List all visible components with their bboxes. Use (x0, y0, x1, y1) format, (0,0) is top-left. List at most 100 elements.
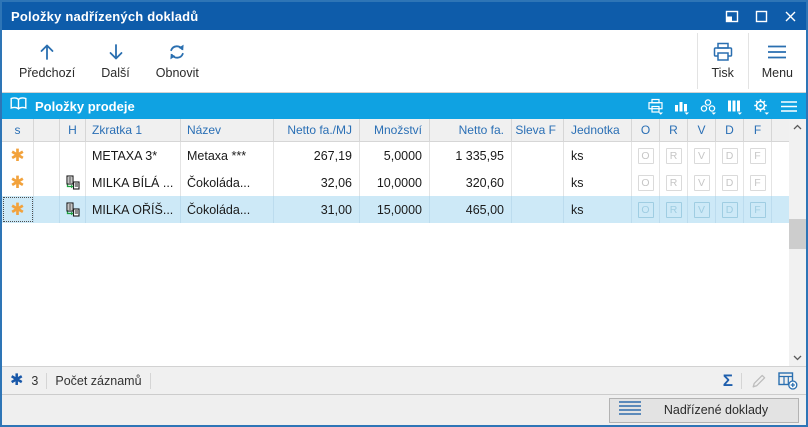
table-empty-area (2, 223, 789, 366)
panel-menu-icon[interactable] (779, 99, 799, 114)
netto-fa-cell[interactable]: 1 335,95 (430, 142, 512, 169)
refresh-button[interactable]: Obnovit (143, 30, 212, 92)
status-separator (46, 372, 48, 389)
parent-documents-tab-label: Nadřízené doklady (663, 403, 769, 417)
col-header-r[interactable]: R (660, 119, 688, 141)
record-count-value: 3 (31, 373, 39, 388)
status-cell[interactable]: ✱ (2, 142, 34, 169)
zkratka-cell[interactable]: METAXA 3* (86, 142, 181, 169)
scroll-down-icon[interactable] (789, 350, 806, 366)
flag-r-box: R (665, 174, 682, 191)
record-asterisk-icon: ✱ (10, 173, 25, 192)
col-header-s[interactable]: s (2, 119, 34, 141)
table-row-selected[interactable]: ✱ MILKA OŘÍŠ... Čokoláda... 31,00 15,000… (2, 196, 789, 223)
flag-o-cell: O (632, 196, 660, 223)
window-title: Položky nadřízených dokladů (11, 8, 199, 24)
zkratka-cell[interactable]: MILKA BÍLÁ ... (86, 169, 181, 196)
nazev-cell[interactable]: Metaxa *** (181, 142, 274, 169)
status-cell-focused[interactable]: ✱ (2, 196, 34, 223)
mnozstvi-cell[interactable]: 5,0000 (360, 142, 430, 169)
title-bar: Položky nadřízených dokladů (2, 2, 806, 30)
col-header-h[interactable]: H (60, 119, 86, 141)
vertical-scrollbar[interactable] (789, 119, 806, 366)
col-header-f[interactable]: F (744, 119, 772, 141)
print-button[interactable]: Tisk (698, 30, 748, 92)
status-separator (741, 372, 742, 389)
scroll-up-icon[interactable] (789, 119, 806, 135)
panel-print-icon[interactable] (647, 98, 664, 115)
record-count-label: Počet záznamů (55, 373, 142, 388)
status-cell[interactable]: ✱ (2, 169, 34, 196)
hierarchy-cell[interactable] (60, 142, 86, 169)
col-header-jednotka[interactable]: Jednotka (564, 119, 632, 141)
blank-cell[interactable] (34, 196, 60, 223)
nazev-cell[interactable]: Čokoláda... (181, 169, 274, 196)
hierarchy-cell[interactable] (60, 169, 86, 196)
row-rest (772, 169, 789, 196)
netto-fa-cell[interactable]: 465,00 (430, 196, 512, 223)
sum-icon[interactable]: Σ (723, 371, 733, 391)
col-header-netto-fa[interactable]: Netto fa. (430, 119, 512, 141)
jednotka-cell[interactable]: ks (564, 196, 632, 223)
netto-mj-cell[interactable]: 31,00 (274, 196, 360, 223)
linked-items-icon (66, 175, 80, 190)
col-header-rest (772, 119, 789, 141)
mnozstvi-cell[interactable]: 15,0000 (360, 196, 430, 223)
printer-icon (711, 41, 735, 63)
table-header-row: s H Zkratka 1 Název Netto fa./MJ Množstv… (2, 119, 789, 142)
netto-mj-cell[interactable]: 32,06 (274, 169, 360, 196)
chart-icon[interactable] (673, 98, 690, 115)
menu-label: Menu (761, 65, 793, 80)
flag-d-box: D (721, 201, 738, 218)
blank-cell[interactable] (34, 142, 60, 169)
sleva-f-cell[interactable] (512, 196, 564, 223)
flag-v-cell: V (688, 142, 716, 169)
flag-f-cell: F (744, 142, 772, 169)
sleva-f-cell[interactable] (512, 169, 564, 196)
sleva-f-cell[interactable] (512, 142, 564, 169)
status-separator (149, 372, 151, 389)
flag-r-box: R (665, 147, 682, 164)
col-header-d[interactable]: D (716, 119, 744, 141)
menu-button[interactable]: Menu (749, 30, 806, 92)
col-header-mnozstvi[interactable]: Množství (360, 119, 430, 141)
col-header-sleva-f[interactable]: Sleva F (512, 119, 564, 141)
columns-icon[interactable] (726, 98, 743, 115)
flag-o-cell: O (632, 142, 660, 169)
dock-window-icon[interactable] (725, 10, 739, 23)
table-row[interactable]: ✱ METAXA 3* Metaxa *** 267,19 5,0000 1 3… (2, 142, 789, 169)
netto-mj-cell[interactable]: 267,19 (274, 142, 360, 169)
refresh-icon (166, 41, 188, 63)
close-icon[interactable] (784, 10, 797, 23)
blank-cell[interactable] (34, 169, 60, 196)
previous-button[interactable]: Předchozí (6, 30, 88, 92)
col-header-nazev[interactable]: Název (181, 119, 274, 141)
hierarchy-cell[interactable] (60, 196, 86, 223)
maximize-icon[interactable] (755, 10, 768, 23)
scrollbar-track[interactable] (789, 135, 806, 350)
table-row[interactable]: ✱ MILKA BÍLÁ ... Čokoláda... 32,06 10,00… (2, 169, 789, 196)
col-header-o[interactable]: O (632, 119, 660, 141)
arrow-up-icon (36, 41, 58, 63)
refresh-label: Obnovit (155, 65, 199, 80)
jednotka-cell[interactable]: ks (564, 142, 632, 169)
jednotka-cell[interactable]: ks (564, 169, 632, 196)
grouping-icon[interactable] (699, 98, 717, 115)
col-header-netto-mj[interactable]: Netto fa./MJ (274, 119, 360, 141)
netto-fa-cell[interactable]: 320,60 (430, 169, 512, 196)
flag-v-cell: V (688, 169, 716, 196)
flag-o-box: O (637, 174, 654, 191)
flag-v-box: V (693, 201, 710, 218)
col-header-v[interactable]: V (688, 119, 716, 141)
gear-icon[interactable] (752, 98, 770, 115)
mnozstvi-cell[interactable]: 10,0000 (360, 169, 430, 196)
scrollbar-thumb[interactable] (789, 218, 806, 249)
col-header-blank[interactable] (34, 119, 60, 141)
parent-documents-tab[interactable]: Nadřízené doklady (609, 397, 799, 423)
zkratka-cell[interactable]: MILKA OŘÍŠ... (86, 196, 181, 223)
add-view-icon[interactable] (777, 371, 798, 390)
col-header-zkratka[interactable]: Zkratka 1 (86, 119, 181, 141)
next-button[interactable]: Další (88, 30, 142, 92)
nazev-cell[interactable]: Čokoláda... (181, 196, 274, 223)
flag-f-box: F (749, 174, 766, 191)
